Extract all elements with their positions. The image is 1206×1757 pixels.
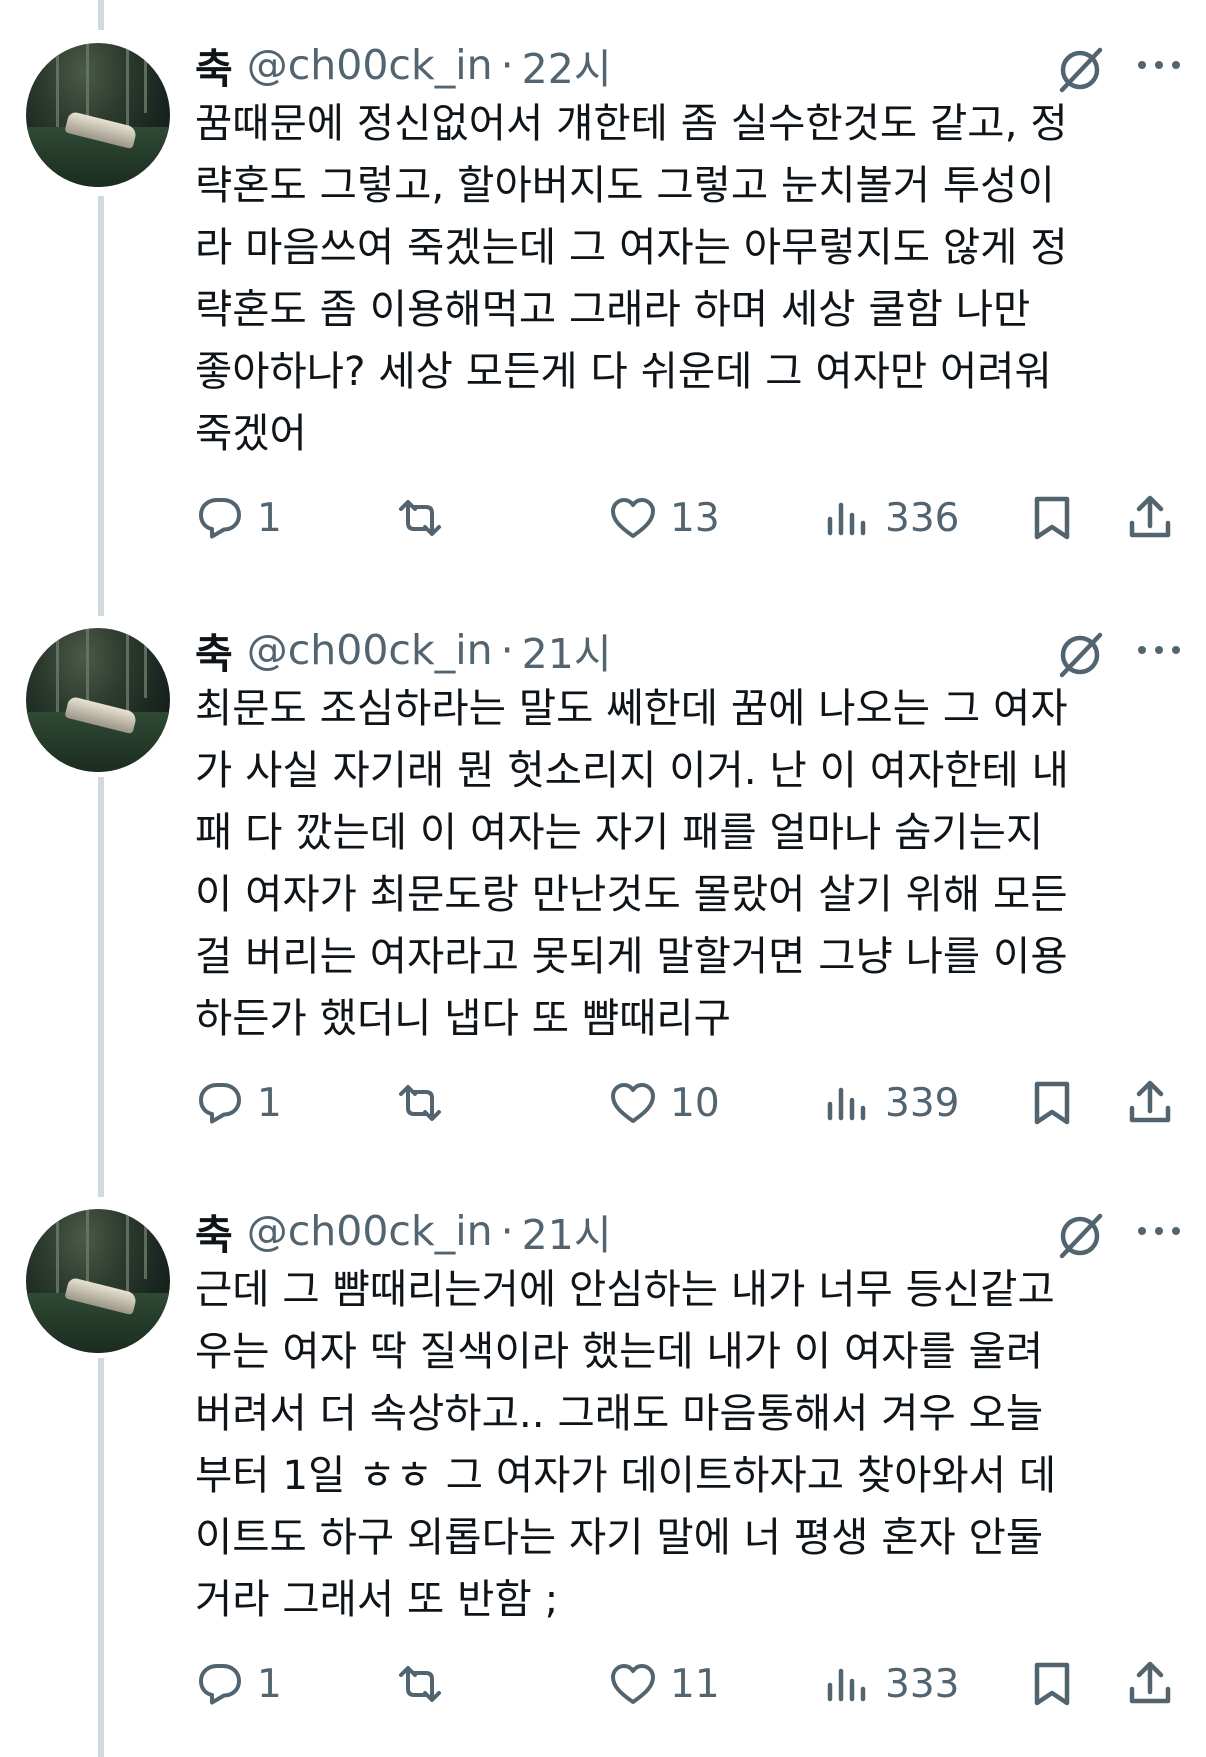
- tweet[interactable]: 축 @ch00ck_in · 21시 최문도 조심하라는 말도 쎄한데 꿈에 나…: [0, 585, 1206, 1171]
- tweet-text: 꿈때문에 정신없어서 걔한테 좀 실수한것도 같고, 정 략혼도 그렇고, 할아…: [195, 99, 1068, 457]
- share-icon: [1129, 1080, 1171, 1123]
- views-button[interactable]: 339: [823, 1077, 959, 1129]
- separator-dot: ·: [500, 41, 514, 89]
- timestamp[interactable]: 22시: [522, 35, 612, 95]
- bookmark-button[interactable]: [1027, 492, 1077, 544]
- tweet-actions: 1 11 333: [195, 1658, 1180, 1710]
- like-count: 11: [670, 1661, 720, 1707]
- tweet-text: 최문도 조심하라는 말도 쎄한데 꿈에 나오는 그 여자 가 사실 자기래 뭔 …: [195, 684, 1069, 1042]
- bookmark-icon: [1034, 1081, 1070, 1125]
- like-icon: [611, 1083, 655, 1123]
- reply-icon: [199, 1083, 241, 1124]
- views-icon: [827, 502, 866, 536]
- avatar[interactable]: [26, 1209, 170, 1353]
- like-icon: [611, 498, 655, 538]
- views-button[interactable]: 336: [823, 492, 959, 544]
- views-icon: [827, 1668, 866, 1702]
- views-button[interactable]: 333: [823, 1658, 959, 1710]
- share-button[interactable]: [1125, 1658, 1175, 1710]
- share-button[interactable]: [1125, 1077, 1175, 1129]
- grok-icon[interactable]: [1054, 629, 1106, 681]
- avatar[interactable]: [26, 43, 170, 187]
- views-icon: [827, 1087, 866, 1121]
- grok-icon[interactable]: [1054, 44, 1106, 96]
- like-button[interactable]: 13: [608, 492, 720, 544]
- tweet-actions: 1 13 336: [195, 492, 1180, 544]
- retweet-icon: [399, 500, 441, 536]
- like-icon: [611, 1664, 655, 1704]
- more-icon[interactable]: [1136, 1223, 1182, 1239]
- bookmark-button[interactable]: [1027, 1658, 1077, 1710]
- reply-button[interactable]: 1: [195, 1077, 282, 1129]
- views-count: 339: [885, 1080, 960, 1126]
- user-handle[interactable]: @ch00ck_in: [247, 626, 493, 674]
- reply-button[interactable]: 1: [195, 492, 282, 544]
- reply-count: 1: [257, 495, 282, 541]
- like-count: 10: [670, 1080, 720, 1126]
- retweet-icon: [399, 1666, 441, 1702]
- views-count: 333: [885, 1661, 960, 1707]
- display-name[interactable]: 축: [195, 35, 233, 95]
- reply-button[interactable]: 1: [195, 1658, 282, 1710]
- bookmark-button[interactable]: [1027, 1077, 1077, 1129]
- like-count: 13: [670, 495, 720, 541]
- retweet-button[interactable]: [395, 1658, 457, 1710]
- separator-dot: ·: [500, 626, 514, 674]
- retweet-button[interactable]: [395, 492, 457, 544]
- share-icon: [1129, 495, 1171, 538]
- tweet-header: 축 @ch00ck_in · 22시: [195, 40, 612, 93]
- tweet[interactable]: 축 @ch00ck_in · 21시 근데 그 뺨때리는거에 안심하는 내가 너…: [0, 1166, 1206, 1752]
- share-icon: [1129, 1661, 1171, 1704]
- reply-count: 1: [257, 1661, 282, 1707]
- tweet[interactable]: 축 @ch00ck_in · 22시 꿈때문에 정신없어서 걔한테 좀 실수한것…: [0, 0, 1206, 586]
- like-button[interactable]: 11: [608, 1658, 720, 1710]
- reply-icon: [199, 498, 241, 539]
- display-name[interactable]: 축: [195, 620, 233, 680]
- retweet-button[interactable]: [395, 1077, 457, 1129]
- share-button[interactable]: [1125, 492, 1175, 544]
- reply-count: 1: [257, 1080, 282, 1126]
- tweet-header: 축 @ch00ck_in · 21시: [195, 625, 612, 678]
- views-count: 336: [885, 495, 960, 541]
- more-icon[interactable]: [1136, 642, 1182, 658]
- like-button[interactable]: 10: [608, 1077, 720, 1129]
- tweet-actions: 1 10 339: [195, 1077, 1180, 1129]
- avatar[interactable]: [26, 628, 170, 772]
- retweet-icon: [399, 1085, 441, 1121]
- user-handle[interactable]: @ch00ck_in: [247, 41, 493, 89]
- user-handle[interactable]: @ch00ck_in: [247, 1207, 493, 1255]
- bookmark-icon: [1034, 1662, 1070, 1706]
- tweet-header: 축 @ch00ck_in · 21시: [195, 1206, 612, 1259]
- timestamp[interactable]: 21시: [522, 620, 612, 680]
- display-name[interactable]: 축: [195, 1201, 233, 1261]
- timestamp[interactable]: 21시: [522, 1201, 612, 1261]
- tweet-text: 근데 그 뺨때리는거에 안심하는 내가 너무 등신같고 우는 여자 딱 질색이라…: [195, 1265, 1057, 1623]
- more-icon[interactable]: [1136, 57, 1182, 73]
- bookmark-icon: [1034, 496, 1070, 540]
- separator-dot: ·: [500, 1207, 514, 1255]
- reply-icon: [199, 1664, 241, 1705]
- grok-icon[interactable]: [1054, 1210, 1106, 1262]
